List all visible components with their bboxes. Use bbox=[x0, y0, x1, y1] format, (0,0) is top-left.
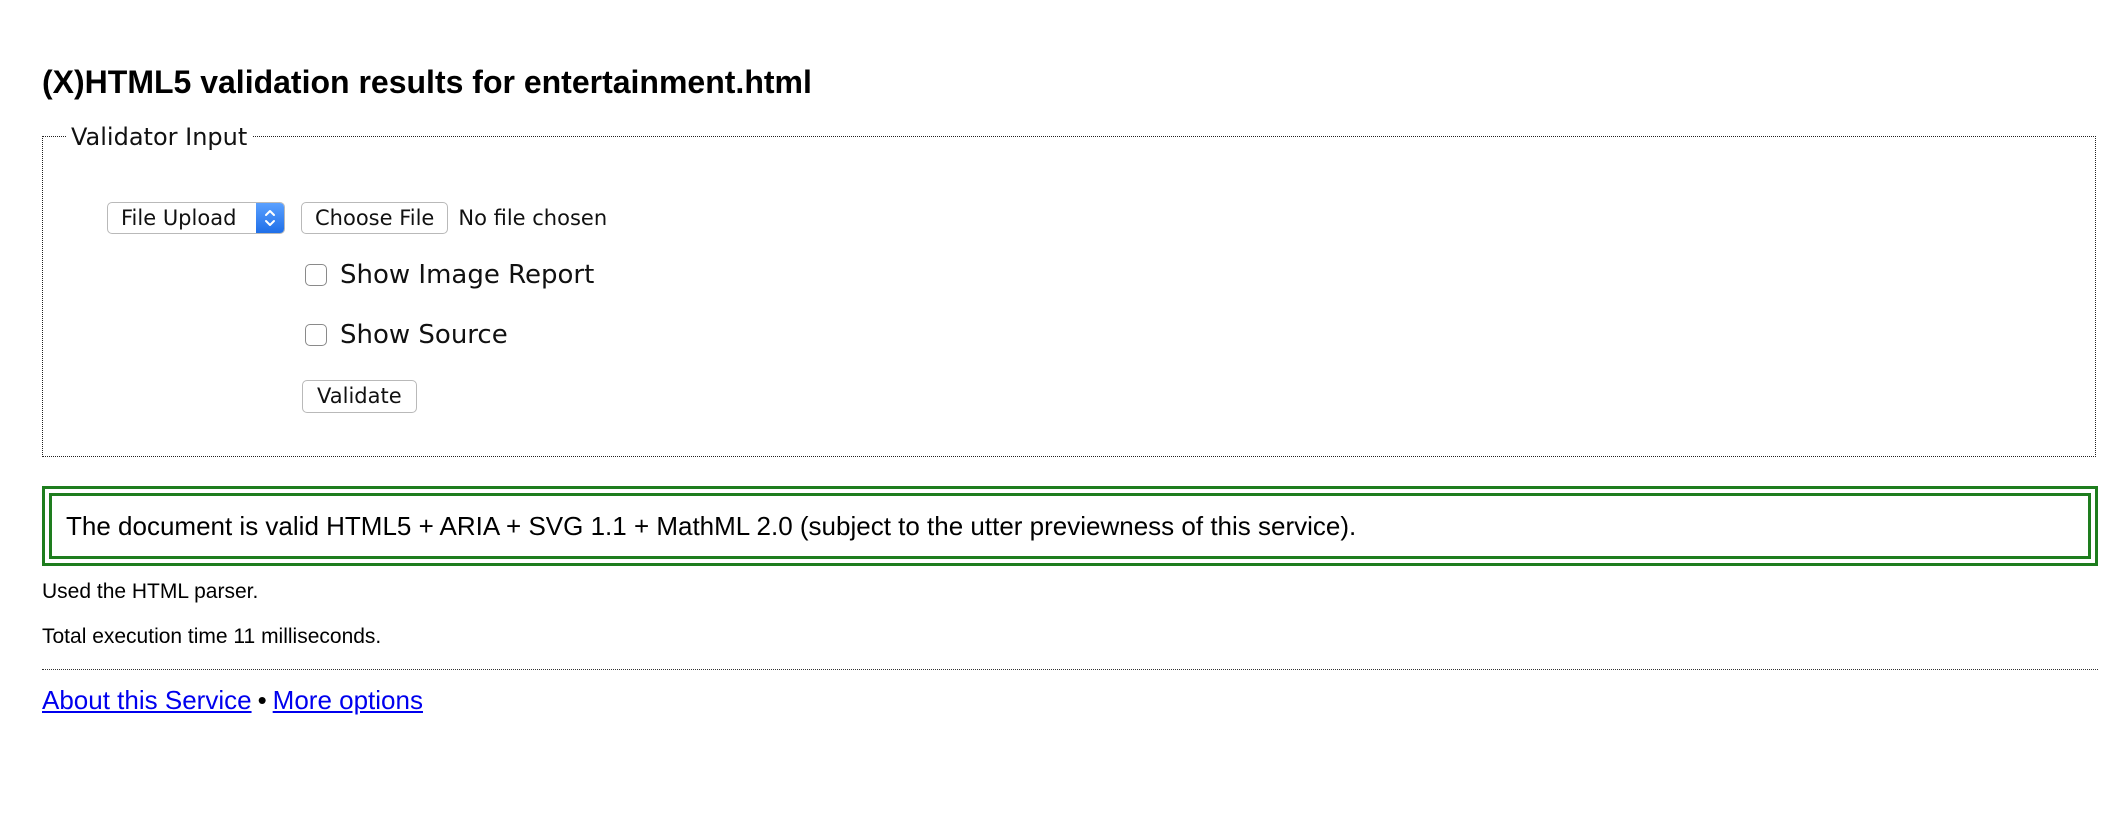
more-options-link[interactable]: More options bbox=[273, 685, 423, 715]
parser-info: Used the HTML parser. bbox=[42, 580, 259, 603]
show-source-label[interactable]: Show Source bbox=[340, 319, 508, 351]
execution-time: Total execution time 11 milliseconds. bbox=[42, 625, 382, 648]
upload-row: File Upload Choose File No file chosen bbox=[107, 201, 607, 234]
page-title: (X)HTML5 validation results for entertai… bbox=[42, 64, 812, 100]
footer-divider bbox=[42, 669, 2098, 670]
show-image-report-label[interactable]: Show Image Report bbox=[340, 259, 594, 291]
validator-input-fieldset: Validator Input File Upload Choose File … bbox=[42, 123, 2096, 457]
validator-page: (X)HTML5 validation results for entertai… bbox=[42, 60, 2098, 715]
file-status-text: No file chosen bbox=[458, 205, 608, 230]
validator-input-legend: Validator Input bbox=[67, 123, 253, 151]
validation-success-box: The document is valid HTML5 + ARIA + SVG… bbox=[42, 486, 2098, 566]
validate-button[interactable]: Validate bbox=[302, 380, 417, 413]
choose-file-button[interactable]: Choose File bbox=[301, 201, 449, 234]
input-mode-selected-value: File Upload bbox=[121, 205, 237, 230]
footer-links: About this Service • More options bbox=[42, 684, 423, 716]
input-mode-select[interactable]: File Upload bbox=[107, 201, 285, 234]
show-image-report-option[interactable]: Show Image Report bbox=[305, 259, 594, 291]
footer-separator: • bbox=[257, 685, 267, 715]
about-service-link[interactable]: About this Service bbox=[42, 685, 252, 715]
show-source-option[interactable]: Show Source bbox=[305, 319, 508, 351]
validation-success-message: The document is valid HTML5 + ARIA + SVG… bbox=[66, 511, 1357, 541]
show-image-report-checkbox[interactable] bbox=[305, 264, 327, 286]
show-source-checkbox[interactable] bbox=[305, 324, 327, 346]
select-chevron-updown-icon bbox=[256, 202, 284, 233]
